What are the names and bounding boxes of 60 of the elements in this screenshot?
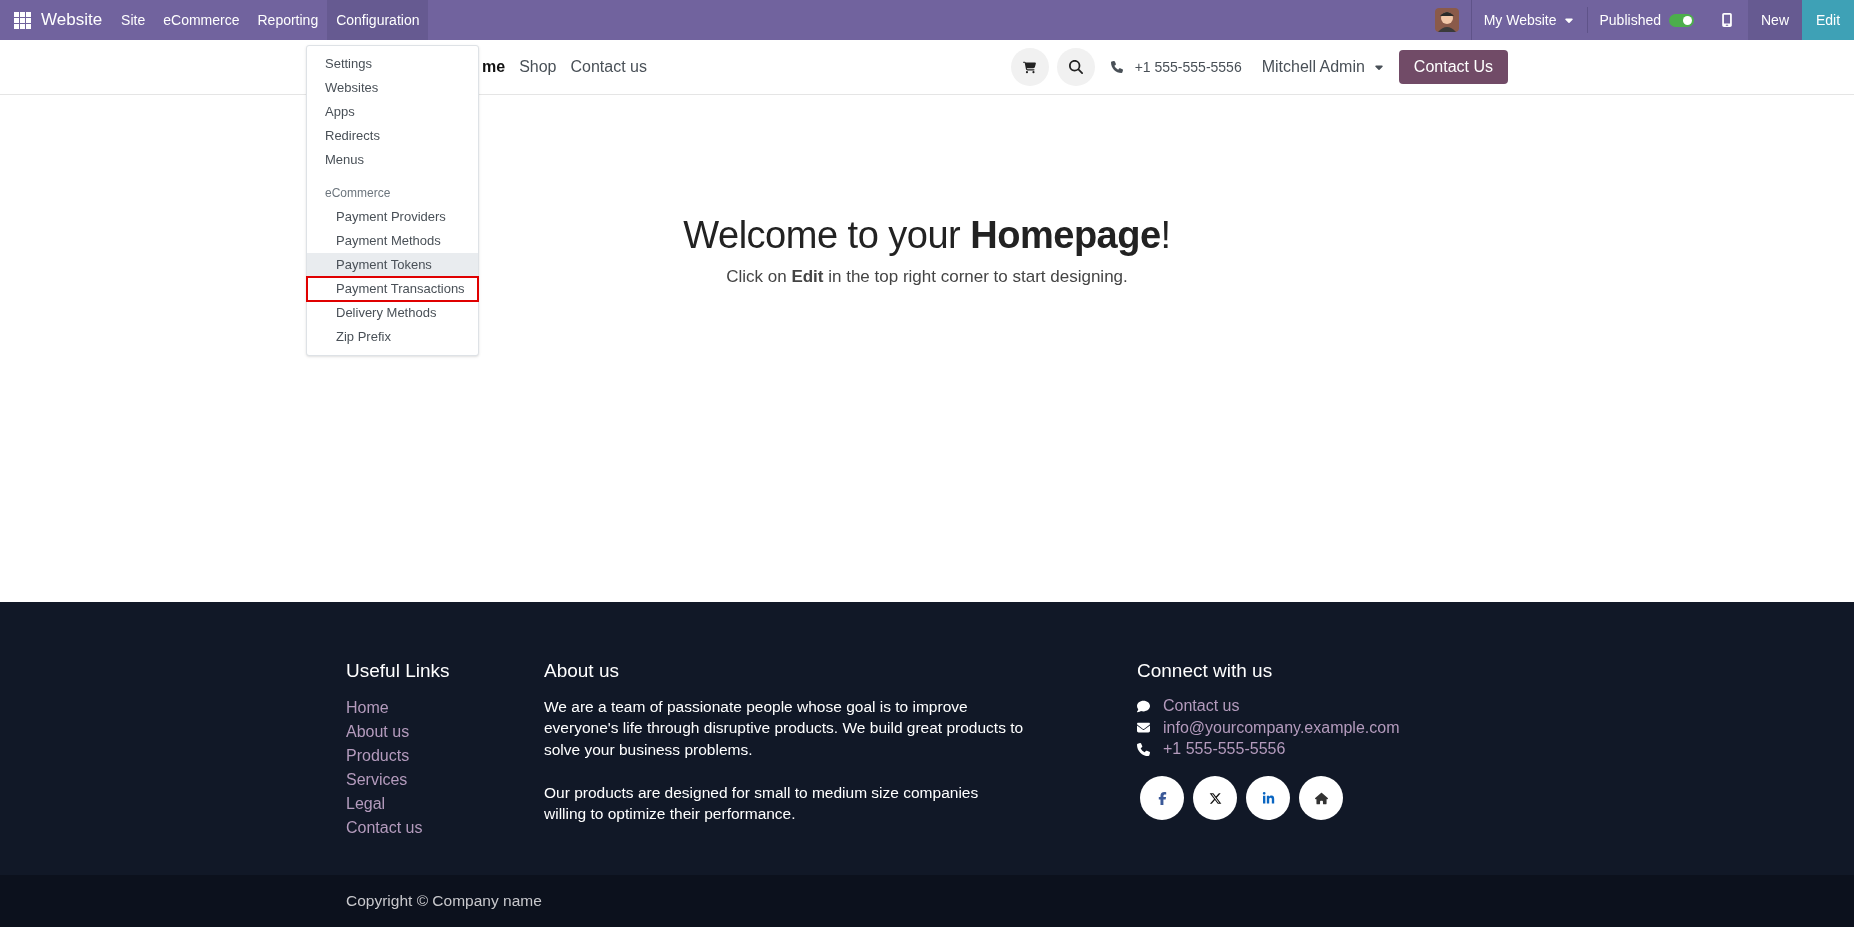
social-link[interactable] [1193, 776, 1237, 821]
footer-heading: Connect with us [1137, 659, 1274, 683]
menu-item[interactable]: eCommerce [154, 0, 249, 40]
website-selector[interactable]: My Website [1471, 9, 1587, 31]
menu-item[interactable]: Payment Tokens [307, 253, 478, 277]
hero-title: Welcome to your Homepage! [683, 213, 1171, 258]
menu-item[interactable]: Menus [307, 148, 478, 172]
linkedin-icon [1261, 791, 1275, 805]
footer-link[interactable]: Services [346, 770, 408, 788]
menu-item[interactable]: Settings [307, 52, 478, 76]
app-name[interactable]: Website [41, 7, 113, 33]
menu-item[interactable]: Delivery Methods [307, 301, 478, 325]
chat-bubble-icon [1137, 699, 1150, 713]
envelope-icon [1137, 721, 1150, 735]
menu-item[interactable]: Payment Providers [307, 205, 478, 229]
menu-item[interactable]: Reporting [248, 0, 328, 40]
mobile-icon [1720, 13, 1734, 27]
nav-link[interactable]: Contact us [570, 55, 647, 79]
phone-icon [1137, 743, 1150, 756]
footer-heading: About us [544, 659, 620, 683]
footer-link[interactable]: Contact us [346, 818, 423, 836]
nav-link[interactable]: Shop [519, 55, 557, 79]
footer-link[interactable]: Home [346, 698, 389, 716]
footer-link[interactable]: Legal [346, 794, 386, 812]
contact-link[interactable]: +1 555-555-5556 [1163, 737, 1286, 762]
menu-item[interactable]: Configuration [327, 0, 429, 40]
about-paragraph: Our products are designed for small to medium size companies willing to optimize their performance. [544, 782, 980, 825]
menu-item[interactable]: Apps [307, 100, 478, 124]
footer-link[interactable]: About us [346, 722, 410, 740]
user-menu[interactable]: Mitchell Admin [1261, 55, 1385, 79]
search-button[interactable] [1056, 48, 1095, 86]
new-button[interactable]: New [1748, 0, 1802, 40]
copyright-text: Copyright © Company name [346, 891, 542, 912]
home-icon [1314, 791, 1328, 805]
social-link[interactable] [1246, 776, 1290, 821]
cart-icon [1023, 60, 1037, 74]
search-icon [1068, 60, 1083, 74]
phone-number[interactable]: +1 555-555-5556 [1134, 56, 1242, 78]
menu-item[interactable]: Payment Transactions [307, 277, 478, 301]
social-link[interactable] [1299, 776, 1343, 821]
toggle-switch[interactable] [1669, 13, 1694, 27]
menu-section-header: eCommerce [324, 185, 392, 202]
about-paragraph: We are a team of passionate people whose goal is to improve everyone's life through disruptive products. We build great products to solve your business problems. [544, 696, 1024, 760]
footer-link[interactable]: Products [346, 746, 410, 764]
menu-item[interactable]: Payment Methods [307, 229, 478, 253]
menu-item[interactable]: Websites [307, 76, 478, 100]
menu-item[interactable]: Redirects [307, 124, 478, 148]
footer-heading: Useful Links [346, 659, 451, 683]
social-link[interactable] [1140, 776, 1184, 821]
menu-item[interactable]: Zip Prefix [307, 325, 478, 349]
hero-subtitle: Click on Edit in the top right corner to start designing. [726, 266, 1128, 288]
contact-us-button[interactable]: Contact Us [1398, 50, 1508, 84]
cart-button[interactable] [1010, 48, 1049, 86]
user-avatar-icon[interactable] [1434, 8, 1459, 32]
menu-item[interactable]: Site [112, 0, 155, 40]
nav-link[interactable]: me [482, 55, 506, 79]
phone-icon [1110, 61, 1123, 73]
apps-grid-icon[interactable] [14, 11, 31, 29]
published-toggle[interactable]: Published [1587, 9, 1706, 31]
x-icon [1208, 791, 1222, 805]
